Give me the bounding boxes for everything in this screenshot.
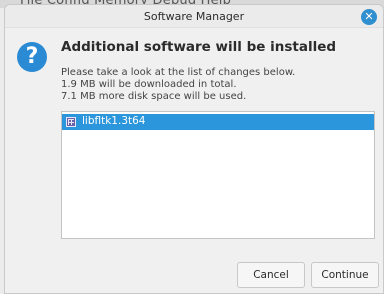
package-name: libfltk1.3t64	[82, 115, 146, 127]
info-line-2: 1.9 MB will be downloaded in total.	[61, 79, 237, 90]
package-icon	[66, 117, 76, 127]
titlebar: Software Manager ✕	[5, 5, 383, 28]
question-icon: ?	[17, 42, 47, 72]
info-line-1: Please take a look at the list of change…	[61, 67, 296, 78]
dialog-headline: Additional software will be installed	[61, 39, 337, 55]
software-manager-dialog: Software Manager ✕ ? Additional software…	[4, 4, 384, 294]
close-icon[interactable]: ✕	[361, 9, 377, 25]
cancel-button[interactable]: Cancel	[237, 262, 305, 288]
package-list[interactable]: libfltk1.3t64	[61, 111, 375, 239]
dialog-title: Software Manager	[143, 10, 245, 23]
info-line-3: 7.1 MB more disk space will be used.	[61, 91, 247, 102]
list-item[interactable]: libfltk1.3t64	[62, 114, 374, 130]
continue-button[interactable]: Continue	[311, 262, 379, 288]
